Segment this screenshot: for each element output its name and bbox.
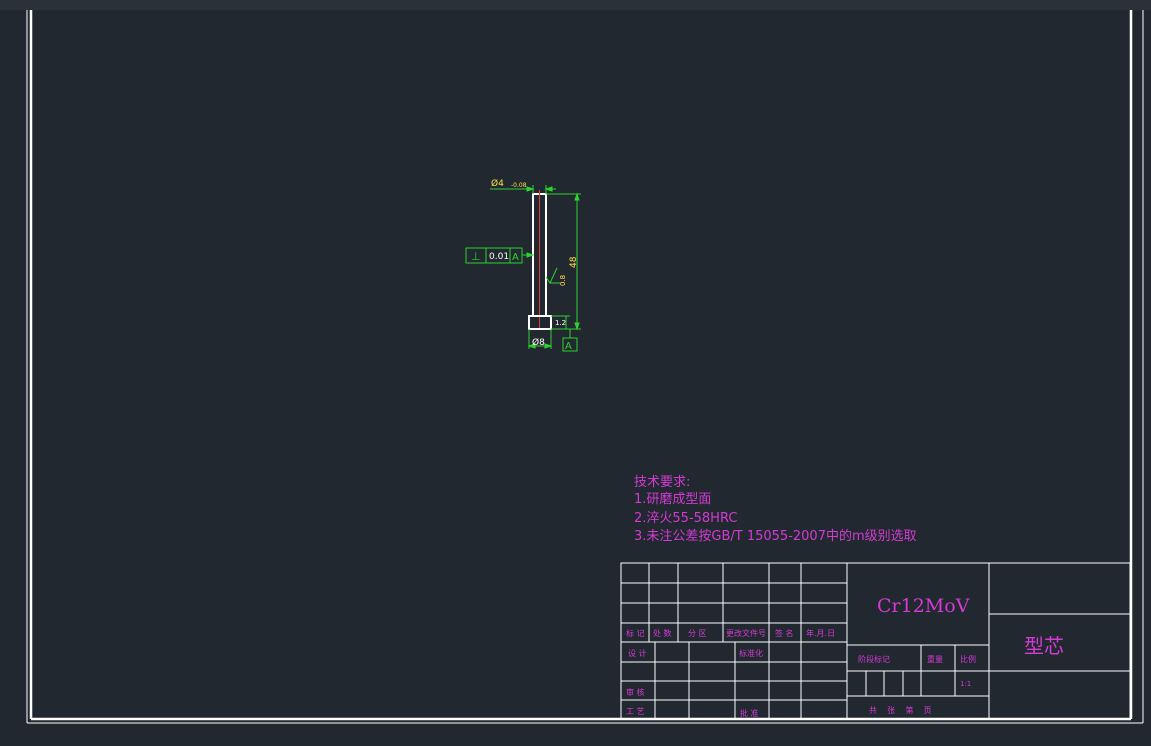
scale-value: 1:1 <box>960 680 971 688</box>
weight-label: 重量 <box>927 654 943 664</box>
dim-top-tolerance-text: -0.08 <box>511 182 527 189</box>
row-standardize-label: 标准化 <box>739 648 763 658</box>
dimension-texts: Ø4 -0.08 48 0.8 1.2 Ø8 ⊥ 0.01 A A <box>471 178 579 352</box>
part-name-text: 型芯 <box>1024 634 1064 658</box>
rev-header-count: 处 数 <box>653 628 672 638</box>
dim-top-arrow-left <box>526 186 535 192</box>
cad-drawing-canvas[interactable]: Ø4 -0.08 48 0.8 1.2 Ø8 ⊥ 0.01 A A 技术要求: … <box>0 0 1151 746</box>
dim-length-arrow-top <box>574 192 580 201</box>
tech-req-item-1: 1.研磨成型面 <box>634 492 711 507</box>
dim-length-arrow-bottom <box>574 322 580 331</box>
stage-mark-label: 阶段标记 <box>858 654 890 664</box>
tech-req-heading: 技术要求: <box>634 475 690 490</box>
technical-requirements: 技术要求: 1.研磨成型面 2.淬火55-58HRC 3.未注公差按GB/T 1… <box>634 475 917 544</box>
sheet-frame <box>26 10 1144 724</box>
surface-finish-symbol <box>545 267 558 285</box>
surface-finish-text: 0.8 <box>559 275 567 286</box>
dim-bottom-arrow-right <box>544 343 553 349</box>
dim-top-diameter-text: Ø4 <box>491 178 504 189</box>
rev-header-change-doc: 更改文件号 <box>726 628 766 638</box>
drawing-sheet[interactable]: Ø4 -0.08 48 0.8 1.2 Ø8 ⊥ 0.01 A A 技术要求: … <box>0 0 1151 746</box>
tech-req-item-2: 2.淬火55-58HRC <box>634 511 737 526</box>
tech-req-item-3: 3.未注公差按GB/T 15055-2007中的m级别选取 <box>634 528 917 544</box>
geom-tol-datum: A <box>512 252 519 263</box>
sheets-label: 共 张 第 页 <box>869 705 932 715</box>
rev-header-signature: 签 名 <box>775 628 794 638</box>
dim-head-height-text: 1.2 <box>555 319 566 327</box>
dim-top-arrow-right <box>544 186 553 192</box>
material-text: Cr12MoV <box>877 595 970 617</box>
row-approve-label: 批 准 <box>740 708 759 718</box>
geom-tol-symbol: ⊥ <box>471 250 481 263</box>
dim-bottom-diameter-text: Ø8 <box>532 337 545 348</box>
row-review-label: 审 核 <box>626 687 645 697</box>
geom-tol-value: 0.01 <box>489 252 509 262</box>
dim-length-text: 48 <box>569 256 579 268</box>
rev-header-date: 年.月.日 <box>806 628 835 638</box>
rev-header-mark: 标 记 <box>626 628 645 638</box>
scale-label: 比例 <box>960 654 976 664</box>
rev-header-zone: 分 区 <box>688 629 707 638</box>
datum-label: A <box>565 341 572 352</box>
row-process-label: 工 艺 <box>626 707 645 716</box>
part-core-pin[interactable] <box>528 190 552 330</box>
row-design-label: 设 计 <box>628 648 647 658</box>
